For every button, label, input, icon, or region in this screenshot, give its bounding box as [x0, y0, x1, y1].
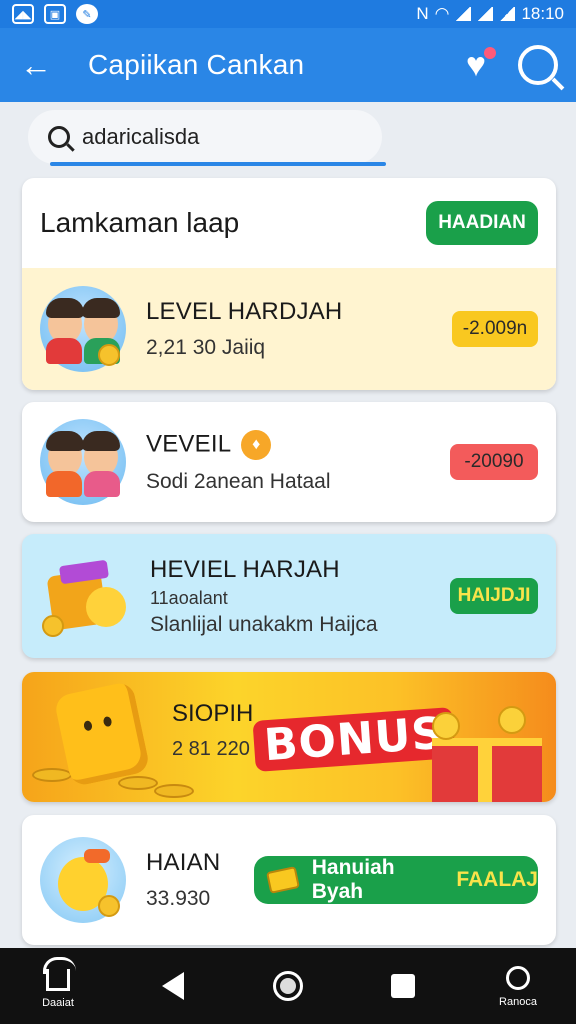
bottom-navigation: Daaiat Ranoca: [0, 948, 576, 1024]
card-header: Lamkaman laap HAADIAN: [22, 178, 556, 268]
nav-profile-label: Ranoca: [499, 996, 537, 1008]
coin-stack-icon: [32, 768, 72, 782]
image-notification-icon: ▣: [44, 4, 66, 24]
back-arrow-icon[interactable]: ←: [0, 28, 72, 102]
bonus-title: SIOPIH: [172, 700, 254, 727]
list-item-level-3[interactable]: HEVIEL HARJAH 11aoalant Slanlijal unakak…: [22, 534, 556, 658]
row-title: HAIAN: [146, 849, 221, 876]
kid-body: [84, 471, 120, 497]
reward-header-button[interactable]: HAADIAN: [426, 201, 538, 245]
nav-profile[interactable]: Ranoca: [488, 964, 548, 1008]
notification-dot: [484, 47, 496, 59]
gallery-notification-icon: ◢◣: [12, 4, 34, 24]
row-text: HAIAN 33.930: [146, 849, 220, 911]
gift-box-icon: [40, 551, 130, 641]
section-title: Lamkaman laap: [40, 207, 240, 238]
fire-icon: ♦: [241, 430, 272, 460]
page-title: Capiikan Cankan: [88, 49, 305, 80]
home-circle-icon: [273, 971, 303, 1001]
row-text: LEVEL HARDJAH 2,21 30 Jaiiq: [146, 298, 342, 360]
mascot-eye: [102, 715, 113, 728]
row-subtitle: 33.930: [146, 887, 211, 910]
recents-square-icon: [391, 974, 415, 998]
screen: ◢◣ ▣ ✎ N ◠ 18:10 ← Capiikan Cankan ♥ Lam…: [0, 0, 576, 1024]
coin-icon: [498, 706, 526, 734]
bow-icon: [84, 849, 110, 863]
ranking-card: Lamkaman laap HAADIAN LEVEL HARDJAH 2,21…: [22, 178, 556, 390]
signal-icon-2: [477, 7, 494, 21]
chick-avatar-icon: [40, 837, 126, 923]
list-item-level-1[interactable]: LEVEL HARDJAH 2,21 30 Jaiiq -2.009n: [22, 268, 556, 390]
row-subtitle: 2,21 30 Jaiiq: [146, 336, 266, 359]
home-icon: [46, 969, 70, 991]
bonus-label: BONUS: [252, 707, 456, 772]
score-badge: -20090: [450, 444, 538, 480]
nav-home-circle[interactable]: [258, 971, 318, 1001]
row-subtitle-small: 11aoalant: [150, 587, 228, 608]
status-system: N ◠ 18:10: [416, 4, 564, 24]
favorites-heart-icon[interactable]: ♥: [456, 45, 496, 85]
app-notification-icon: ✎: [76, 4, 98, 24]
coin-icon: [42, 615, 64, 637]
coin-stack-icon: [118, 776, 158, 790]
row-subtitle: Slanlijal unakakm Haijca: [150, 612, 378, 636]
row-text: HEVIEL HARJAH 11aoalant Slanlijal unakak…: [150, 556, 378, 637]
row-title: HEVIEL HARJAH: [150, 555, 340, 583]
claim-reward-accent: FAALAJ: [456, 868, 538, 891]
coin-stack-icon: [154, 784, 194, 798]
row-title-text: VEVEIL: [146, 430, 232, 458]
row-text: VEVEIL ♦ Sodi 2anean Hataal: [146, 430, 330, 494]
search-input[interactable]: [82, 124, 332, 150]
coin-icon: [98, 895, 120, 917]
wifi-icon: ◠: [434, 4, 450, 23]
search-underline: [50, 162, 386, 166]
back-triangle-icon: [162, 972, 184, 1000]
app-actions: ♥: [456, 45, 558, 85]
reward-card: HAIAN 33.930 Hanuiah Byah FAALAJ: [22, 815, 556, 945]
app-bar: ← Capiikan Cankan ♥: [0, 28, 576, 102]
smiley-icon: [86, 587, 126, 627]
list-card-level-2[interactable]: VEVEIL ♦ Sodi 2anean Hataal -20090: [22, 402, 556, 522]
row-title: VEVEIL ♦: [146, 430, 330, 460]
nav-recents[interactable]: [373, 974, 433, 998]
claim-reward-button[interactable]: Hanuiah Byah FAALAJ: [254, 856, 538, 904]
claim-badge[interactable]: HAIJDJI: [450, 578, 538, 614]
mascot-eye: [83, 720, 93, 732]
coin-icon: [98, 344, 120, 366]
ticket-icon: [266, 866, 300, 894]
kids-avatar-icon: [40, 419, 126, 505]
signal-icon: [455, 7, 472, 21]
coin-icon: [432, 712, 460, 740]
row-title: LEVEL HARDJAH: [146, 298, 343, 325]
row-subtitle: Sodi 2anean Hataal: [146, 470, 331, 493]
gift-icon: [432, 738, 542, 802]
nav-home-label: Daaiat: [42, 997, 74, 1009]
list-card-level-3[interactable]: HEVIEL HARJAH 11aoalant Slanlijal unakak…: [22, 534, 556, 658]
kid-body: [46, 471, 82, 497]
list-item-level-2[interactable]: VEVEIL ♦ Sodi 2anean Hataal -20090: [22, 402, 556, 522]
magnifier-icon: [48, 126, 70, 148]
nfc-icon: N: [416, 4, 429, 23]
status-bar: ◢◣ ▣ ✎ N ◠ 18:10: [0, 0, 576, 28]
bonus-banner[interactable]: SIOPIH 2 81 220 BONUS: [22, 672, 556, 802]
search-icon[interactable]: [518, 45, 558, 85]
nav-home[interactable]: Daaiat: [28, 963, 88, 1009]
bonus-subtitle: 2 81 220: [172, 738, 250, 760]
status-notifications: ◢◣ ▣ ✎: [12, 4, 98, 24]
score-badge: -2.009n: [452, 311, 538, 347]
claim-reward-label: Hanuiah Byah: [311, 856, 395, 903]
search-bar[interactable]: [28, 110, 382, 164]
bonus-row: SIOPIH 2 81 220 BONUS: [22, 672, 556, 802]
battery-icon: [499, 7, 516, 21]
nav-back[interactable]: [143, 972, 203, 1000]
clock: 18:10: [521, 4, 564, 23]
reward-row: HAIAN 33.930 Hanuiah Byah FAALAJ: [22, 815, 556, 945]
kid-body: [46, 338, 82, 364]
profile-icon: [506, 966, 530, 990]
kids-avatar-icon: [40, 286, 126, 372]
